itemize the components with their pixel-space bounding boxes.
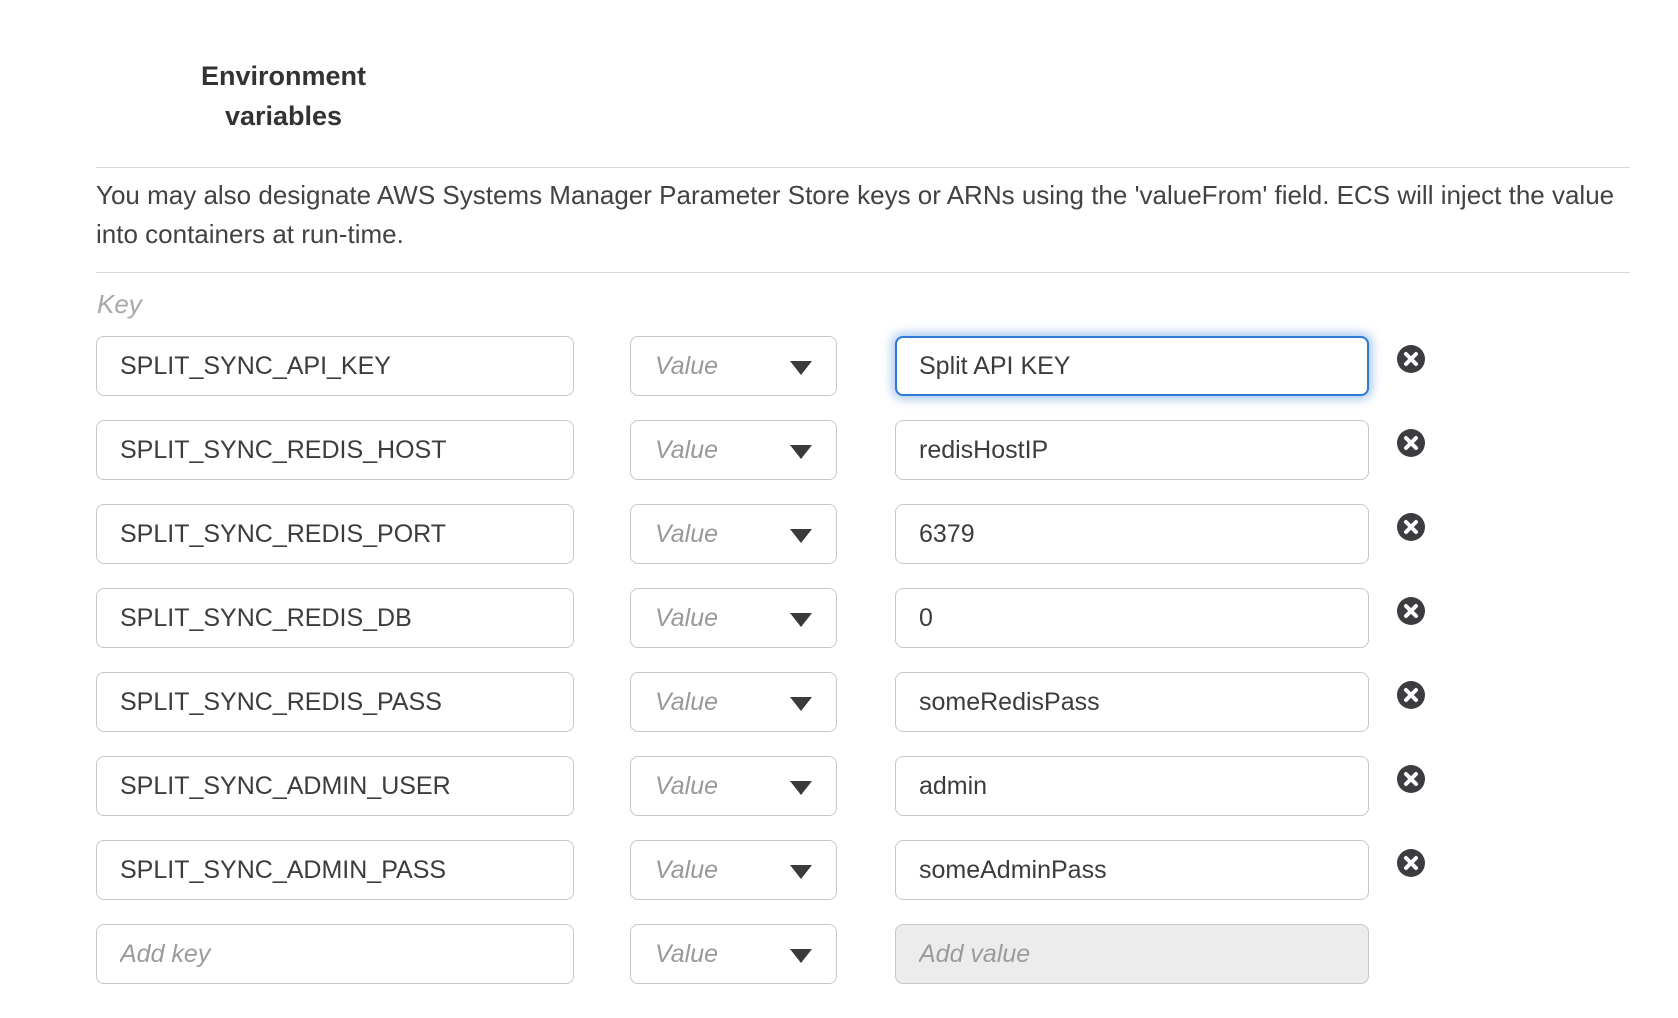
env-key-input[interactable]	[96, 504, 574, 564]
env-type-select[interactable]: Value	[630, 504, 837, 564]
env-value-input[interactable]	[895, 840, 1369, 900]
field-description: You may also designate AWS Systems Manag…	[96, 176, 1636, 254]
env-key-input[interactable]	[96, 840, 574, 900]
env-var-add-row: Value	[96, 924, 1630, 984]
env-var-row: Value	[96, 504, 1630, 564]
caret-down-icon	[790, 361, 812, 375]
field-label: Environment variables	[171, 56, 396, 136]
caret-down-icon	[790, 781, 812, 795]
env-type-select[interactable]: Value	[630, 756, 837, 816]
env-var-row: Value	[96, 420, 1630, 480]
env-value-input[interactable]	[895, 420, 1369, 480]
caret-down-icon	[790, 445, 812, 459]
env-type-selected: Value	[655, 520, 718, 549]
remove-row-button[interactable]	[1397, 597, 1425, 625]
env-type-select[interactable]: Value	[630, 336, 837, 396]
caret-down-icon	[790, 949, 812, 963]
caret-down-icon	[790, 697, 812, 711]
env-key-input[interactable]	[96, 336, 574, 396]
env-type-select[interactable]: Value	[630, 588, 837, 648]
env-type-selected: Value	[655, 604, 718, 633]
divider	[96, 272, 1630, 273]
env-type-selected: Value	[655, 772, 718, 801]
x-icon	[1403, 351, 1419, 367]
env-key-input[interactable]	[96, 672, 574, 732]
env-type-selected: Value	[655, 352, 718, 381]
env-type-select[interactable]: Value	[630, 672, 837, 732]
env-type-select[interactable]: Value	[630, 420, 837, 480]
x-icon	[1403, 603, 1419, 619]
env-value-input[interactable]	[895, 336, 1369, 396]
remove-row-button[interactable]	[1397, 765, 1425, 793]
env-type-select[interactable]: Value	[630, 840, 837, 900]
remove-row-button[interactable]	[1397, 345, 1425, 373]
env-key-input[interactable]	[96, 420, 574, 480]
env-var-row: Value	[96, 336, 1630, 396]
remove-row-button[interactable]	[1397, 513, 1425, 541]
env-value-input[interactable]	[895, 588, 1369, 648]
env-type-selected: Value	[655, 688, 718, 717]
env-var-row: Value	[96, 588, 1630, 648]
x-icon	[1403, 519, 1419, 535]
env-var-row: Value	[96, 756, 1630, 816]
env-value-input[interactable]	[895, 672, 1369, 732]
remove-row-button[interactable]	[1397, 681, 1425, 709]
env-var-row: Value	[96, 840, 1630, 900]
x-icon	[1403, 855, 1419, 871]
env-value-input[interactable]	[895, 504, 1369, 564]
env-value-input[interactable]	[895, 756, 1369, 816]
env-key-input[interactable]	[96, 588, 574, 648]
divider	[96, 167, 1630, 168]
remove-row-button[interactable]	[1397, 429, 1425, 457]
key-column-header: Key	[97, 289, 142, 320]
caret-down-icon	[790, 865, 812, 879]
env-var-row: Value	[96, 672, 1630, 732]
x-icon	[1403, 687, 1419, 703]
env-type-selected: Value	[655, 436, 718, 465]
add-key-input[interactable]	[96, 924, 574, 984]
env-type-select[interactable]: Value	[630, 924, 837, 984]
env-var-rows: Value Value	[96, 336, 1630, 1008]
environment-variables-form: Environment variables You may also desig…	[0, 0, 1678, 1018]
caret-down-icon	[790, 529, 812, 543]
add-value-input[interactable]	[895, 924, 1369, 984]
env-key-input[interactable]	[96, 756, 574, 816]
x-icon	[1403, 771, 1419, 787]
caret-down-icon	[790, 613, 812, 627]
env-type-selected: Value	[655, 940, 718, 969]
x-icon	[1403, 435, 1419, 451]
env-type-selected: Value	[655, 856, 718, 885]
remove-row-button[interactable]	[1397, 849, 1425, 877]
